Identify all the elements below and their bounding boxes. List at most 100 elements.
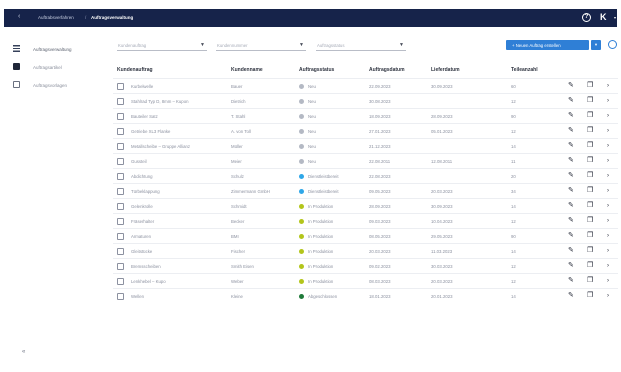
copy-icon[interactable]: ❐ (587, 262, 593, 270)
cell-order-date: 18.01.2023 (369, 294, 391, 299)
copy-icon[interactable]: ❐ (587, 187, 593, 195)
sidebar-item-order-articles[interactable]: Auftragsartikel (13, 62, 97, 72)
logo-icon[interactable]: K (600, 12, 607, 23)
copy-icon[interactable]: ❐ (587, 277, 593, 285)
copy-icon[interactable]: ❐ (587, 217, 593, 225)
new-order-button[interactable]: + Neuen Auftrag erstellen (506, 40, 589, 50)
column-header-delivery-date[interactable]: Lieferdatum (431, 67, 460, 73)
table-row[interactable]: Türbeklappung Zimmermann GmbH Dienstleistb… (113, 183, 618, 198)
help-icon[interactable]: ? (582, 13, 591, 22)
table-row[interactable]: Abdichtung Schulz Dienstleistbereit 22.08.2… (113, 168, 618, 183)
chevron-right-icon[interactable]: › (607, 97, 609, 105)
chevron-right-icon[interactable]: › (607, 292, 609, 300)
table-row[interactable]: Fräserhalter Becker In Produktion 09.03.202… (113, 213, 618, 228)
table-row[interactable]: Metallscheibe – Gruppe Allianz Müller Neu 2… (113, 138, 618, 153)
table-row[interactable]: Wellen Kleine Abgeschlossen 18.01.2023 20.01… (113, 288, 618, 303)
order-filter[interactable]: Kundenauftrag ▼ (117, 40, 207, 51)
chevron-right-icon[interactable]: › (607, 82, 609, 90)
pencil-icon[interactable]: ✎ (568, 112, 574, 120)
pencil-icon[interactable]: ✎ (568, 142, 574, 150)
copy-icon[interactable]: ❐ (587, 82, 593, 90)
chevron-right-icon[interactable]: › (607, 262, 609, 270)
copy-icon[interactable]: ❐ (587, 202, 593, 210)
copy-icon[interactable]: ❐ (587, 97, 593, 105)
row-checkbox[interactable] (117, 202, 124, 210)
status-filter[interactable]: Auftragsstatus ▼ (316, 40, 406, 51)
table-row[interactable]: Bauteiler Satz T. Stahl Neu 18.09.2023 28.09… (113, 108, 618, 123)
row-checkbox[interactable] (117, 172, 124, 180)
row-checkbox[interactable] (117, 82, 124, 90)
row-checkbox[interactable] (117, 142, 124, 150)
copy-icon[interactable]: ❐ (587, 142, 593, 150)
column-header-order[interactable]: Kundenauftrag (117, 67, 153, 73)
table-row[interactable]: Lenkhebel – Kupo Weber In Produktion 08.03.… (113, 273, 618, 288)
row-checkbox[interactable] (117, 187, 124, 195)
arrow-left-icon[interactable]: ‹ (18, 13, 20, 20)
table-row[interactable]: Gelenkrolle Schmidt In Produktion 28.09.202… (113, 198, 618, 213)
order-filter-placeholder: Kundenauftrag (118, 43, 147, 48)
row-checkbox[interactable] (117, 112, 124, 120)
chevron-right-icon[interactable]: › (607, 247, 609, 255)
column-header-parts[interactable]: Teileanzahl (511, 67, 538, 73)
row-checkbox[interactable] (117, 217, 124, 225)
chevron-down-icon[interactable]: ▾ (614, 15, 616, 20)
copy-icon[interactable]: ❐ (587, 112, 593, 120)
chevron-right-icon[interactable]: › (607, 142, 609, 150)
pencil-icon[interactable]: ✎ (568, 202, 574, 210)
row-checkbox[interactable] (117, 232, 124, 240)
chevron-right-icon[interactable]: › (607, 232, 609, 240)
pencil-icon[interactable]: ✎ (568, 157, 574, 165)
row-checkbox[interactable] (117, 247, 124, 255)
column-header-status[interactable]: Auftragsstatus (299, 67, 334, 73)
pencil-icon[interactable]: ✎ (568, 292, 574, 300)
row-checkbox[interactable] (117, 127, 124, 135)
copy-icon[interactable]: ❐ (587, 157, 593, 165)
chevron-right-icon[interactable]: › (607, 187, 609, 195)
row-checkbox[interactable] (117, 97, 124, 105)
collapse-sidebar-icon[interactable]: « (22, 349, 25, 355)
copy-icon[interactable]: ❐ (587, 172, 593, 180)
table-row[interactable]: Stahlrad Typ D, 8mm – Kupon Dietrich Neu 30… (113, 93, 618, 108)
pencil-icon[interactable]: ✎ (568, 127, 574, 135)
column-header-customer[interactable]: Kundenname (231, 67, 263, 73)
pencil-icon[interactable]: ✎ (568, 82, 574, 90)
breadcrumb-parent[interactable]: Auftrabsverfahren (38, 15, 74, 20)
chevron-right-icon[interactable]: › (607, 127, 609, 135)
table-row[interactable]: Kurbelwelle Bauer Neu 22.09.2023 30.09.2023 6… (113, 78, 618, 93)
column-header-order-date[interactable]: Auftragsdatum (369, 67, 405, 73)
copy-icon[interactable]: ❐ (587, 127, 593, 135)
settings-icon[interactable] (608, 40, 617, 49)
pencil-icon[interactable]: ✎ (568, 232, 574, 240)
pencil-icon[interactable]: ✎ (568, 172, 574, 180)
pencil-icon[interactable]: ✎ (568, 187, 574, 195)
copy-icon[interactable]: ❐ (587, 247, 593, 255)
customer-filter[interactable]: Kundennummer ▼ (216, 40, 306, 51)
chevron-right-icon[interactable]: › (607, 217, 609, 225)
row-checkbox[interactable] (117, 292, 124, 300)
chevron-right-icon[interactable]: › (607, 202, 609, 210)
pencil-icon[interactable]: ✎ (568, 97, 574, 105)
row-checkbox[interactable] (117, 262, 124, 270)
table-row[interactable]: Armaturen BMI In Produktion 08.05.2023 29.05… (113, 228, 618, 243)
chevron-right-icon[interactable]: › (607, 277, 609, 285)
table-row[interactable]: Getriebe XL3 Flanke A. von Toll Neu 27.01.2… (113, 123, 618, 138)
copy-icon[interactable]: ❐ (587, 292, 593, 300)
table-row[interactable]: Gleitstücke Fischer In Produktion 20.03.202… (113, 243, 618, 258)
chevron-right-icon[interactable]: › (607, 157, 609, 165)
copy-icon[interactable]: ❐ (587, 232, 593, 240)
table-row[interactable]: Gussteil Meier Neu 22.08.2011 12.08.2011 11 ✎ ❐… (113, 153, 618, 168)
pencil-icon[interactable]: ✎ (568, 262, 574, 270)
cell-order-date: 08.03.2023 (369, 279, 391, 284)
chevron-right-icon[interactable]: › (607, 172, 609, 180)
sidebar-item-orders[interactable]: Auftragsverwaltung (13, 44, 97, 54)
chevron-right-icon[interactable]: › (607, 112, 609, 120)
sidebar-item-order-templates[interactable]: Auftragsvorlagen (13, 80, 97, 90)
new-order-options-button[interactable]: ▾ (591, 40, 601, 50)
pencil-icon[interactable]: ✎ (568, 277, 574, 285)
pencil-icon[interactable]: ✎ (568, 217, 574, 225)
row-checkbox[interactable] (117, 157, 124, 165)
pencil-icon[interactable]: ✎ (568, 247, 574, 255)
cell-status: In Produktion (308, 249, 334, 254)
row-checkbox[interactable] (117, 277, 124, 285)
table-row[interactable]: Bremsscheiben Smith Eisen In Produktion 09.… (113, 258, 618, 273)
